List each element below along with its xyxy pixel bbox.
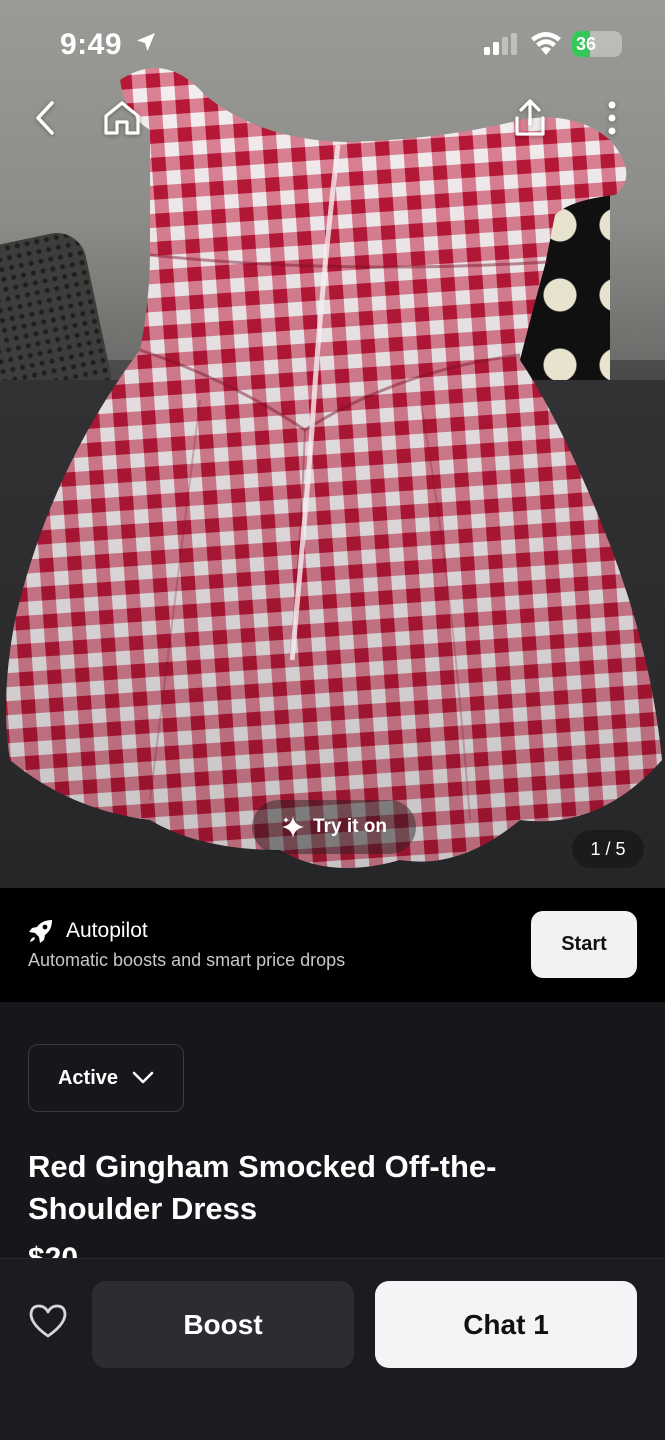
bottom-action-bar: Boost Chat 1: [0, 1258, 665, 1440]
location-arrow-icon: [137, 33, 155, 51]
home-button[interactable]: [92, 88, 152, 148]
try-it-on-label: Try it on: [313, 816, 387, 837]
sparkle-icon: [282, 816, 305, 838]
home-icon: [104, 101, 140, 135]
rocket-icon: [29, 920, 52, 943]
photo-counter: 1 / 5: [572, 830, 644, 868]
share-button[interactable]: [500, 88, 560, 148]
autopilot-banner: Autopilot Automatic boosts and smart pri…: [0, 888, 665, 1002]
battery-charging-icon: 36: [572, 31, 622, 57]
chat-button[interactable]: Chat 1: [375, 1281, 637, 1368]
listing-title: Red Gingham Smocked Off-the-Shoulder Dre…: [28, 1149, 497, 1226]
autopilot-subtitle: Automatic boosts and smart price drops: [28, 950, 346, 970]
autopilot-title: Autopilot: [66, 919, 148, 942]
chevron-down-icon: [132, 1071, 154, 1084]
wifi-icon: [531, 32, 561, 55]
back-button[interactable]: [16, 88, 76, 148]
more-vertical-icon: [608, 101, 616, 135]
back-chevron-icon: [36, 101, 54, 135]
listing-price: $20: [28, 1244, 78, 1258]
cellular-signal-icon: [484, 33, 517, 55]
listing-status-dropdown[interactable]: Active: [28, 1044, 184, 1112]
share-icon: [515, 99, 545, 136]
try-it-on-button[interactable]: Try it on: [252, 800, 416, 854]
battery-percent: 36: [576, 34, 597, 54]
boost-button[interactable]: Boost: [92, 1281, 354, 1368]
listing-status-value: Active: [57, 1066, 119, 1089]
autopilot-title-row: Autopilot: [28, 918, 148, 944]
status-time: 9:49: [60, 28, 123, 61]
heart-icon: [29, 1304, 67, 1338]
status-bar: 9:49 36: [0, 0, 665, 90]
favorite-button[interactable]: [18, 1291, 78, 1351]
more-options-button[interactable]: [582, 88, 642, 148]
listing-details: Active Red Gingham Smocked Off-the-Shoul…: [0, 1002, 665, 1258]
autopilot-start-button[interactable]: Start: [531, 911, 637, 978]
